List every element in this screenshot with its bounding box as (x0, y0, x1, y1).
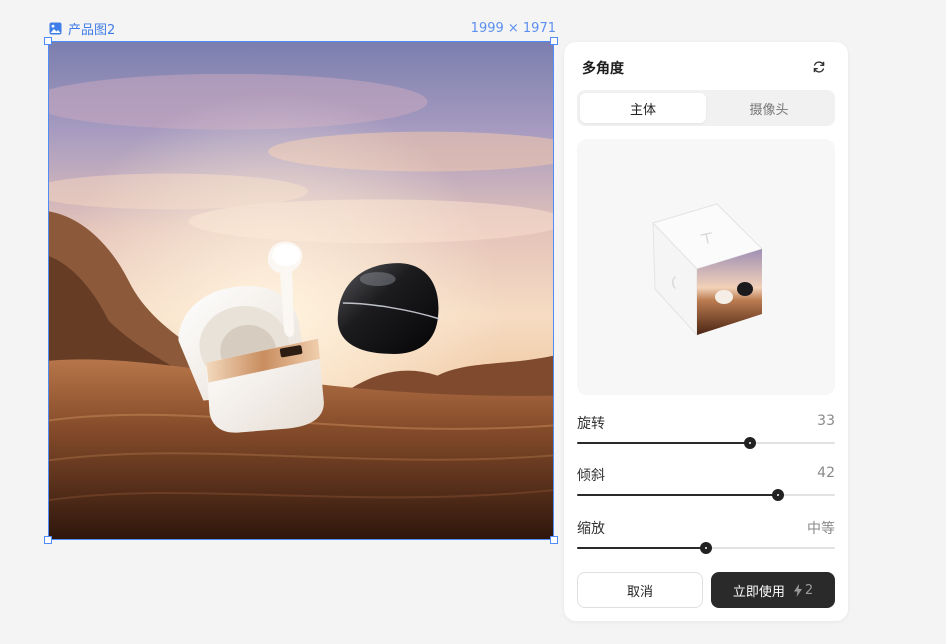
tilt-thumb[interactable] (772, 489, 785, 501)
credit-cost-value: 2 (804, 582, 814, 598)
image-icon (49, 22, 62, 34)
tab-camera[interactable]: 摄像头 (706, 93, 832, 123)
rotation-value: 33 (817, 413, 835, 429)
refresh-icon (813, 61, 825, 73)
rotation-label: 旋转 (577, 416, 605, 432)
mode-tabs: 主体 摄像头 (577, 90, 835, 126)
resize-handle-top-right[interactable] (550, 37, 558, 45)
zoom-track-fill (577, 547, 706, 549)
tab-subject[interactable]: 主体 (580, 93, 706, 123)
apply-button[interactable]: 立即使用 2 (711, 572, 835, 608)
tilt-value: 42 (817, 465, 835, 481)
credit-cost: 2 (793, 583, 813, 598)
product-photo (49, 42, 553, 539)
tilt-label: 倾斜 (577, 468, 605, 484)
cube-preview (652, 203, 763, 337)
tilt-slider[interactable]: 倾斜 42 (577, 465, 835, 509)
rotation-track[interactable] (577, 437, 835, 449)
resize-handle-bottom-right[interactable] (550, 536, 558, 544)
zoom-slider[interactable]: 缩放 中等 (577, 518, 835, 562)
rotation-slider[interactable]: 旋转 33 (577, 413, 835, 457)
apply-button-label: 立即使用 (732, 584, 785, 600)
panel-title: 多角度 (582, 61, 624, 77)
angle-preview[interactable] (577, 139, 835, 395)
product-image[interactable] (48, 41, 554, 540)
lightning-icon (793, 583, 802, 597)
resize-handle-bottom-left[interactable] (44, 536, 52, 544)
rotation-track-fill (577, 442, 750, 444)
refresh-button[interactable] (810, 58, 828, 76)
zoom-track[interactable] (577, 542, 835, 554)
cancel-button[interactable]: 取消 (577, 572, 703, 608)
frame-dimensions: 1999 × 1971 (470, 20, 556, 36)
zoom-value: 中等 (807, 521, 835, 537)
tilt-track[interactable] (577, 489, 835, 501)
multi-angle-panel: 多角度 主体 摄像头 旋转 33 倾斜 42 缩放 中等 取消 立即使用 2 (564, 42, 848, 621)
frame-label[interactable]: 产品图2 (49, 19, 116, 38)
resize-handle-top-left[interactable] (44, 37, 52, 45)
rotation-thumb[interactable] (743, 437, 756, 449)
frame-name: 产品图2 (68, 22, 116, 38)
zoom-thumb[interactable] (700, 542, 712, 554)
tilt-track-fill (577, 494, 779, 496)
zoom-label: 缩放 (577, 521, 605, 537)
